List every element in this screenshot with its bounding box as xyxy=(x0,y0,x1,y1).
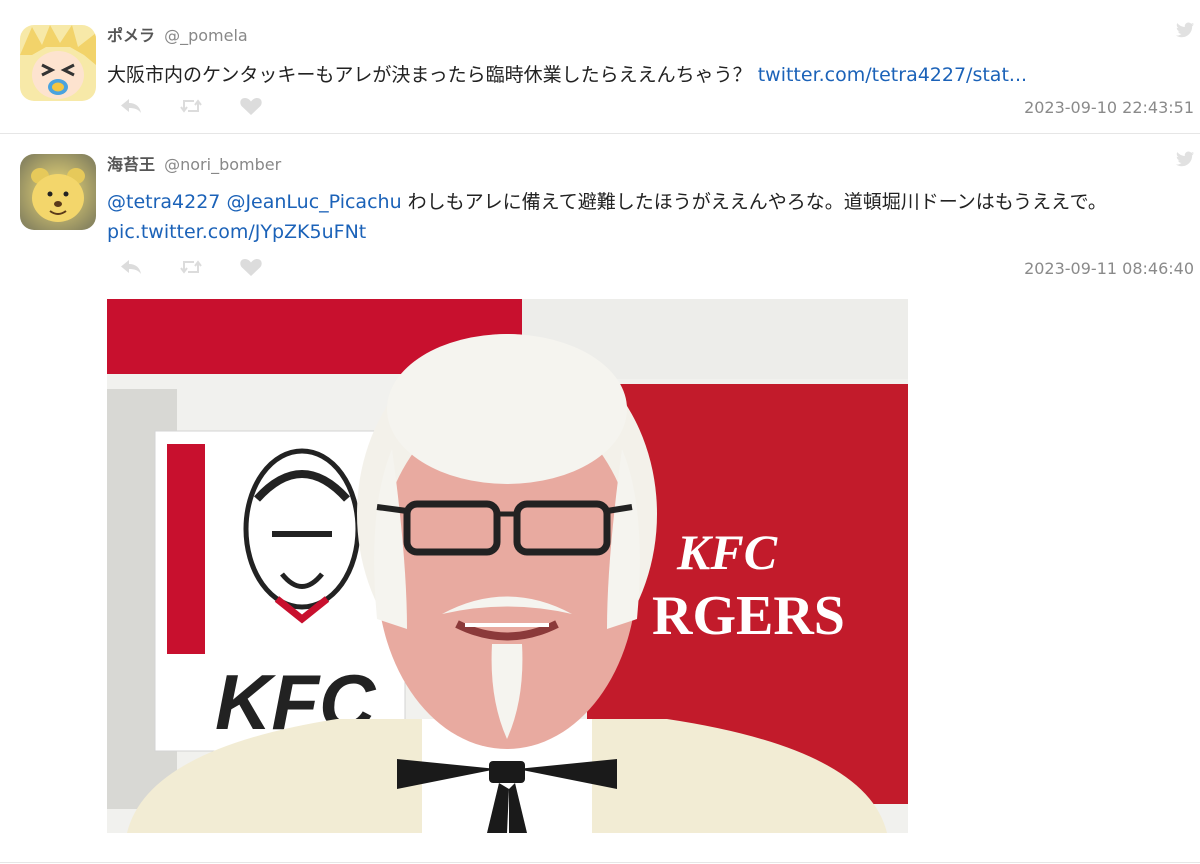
tweet-text: 大阪市内のケンタッキーもアレが決まったら臨時休業したらええんちゃう？ twitt… xyxy=(107,60,1184,90)
tweet-timestamp[interactable]: 2023-09-10 22:43:51 xyxy=(1024,98,1194,117)
tweet-text: @tetra4227 @JeanLuc_Picachu わしもアレに備えて避難し… xyxy=(107,187,1184,247)
display-name[interactable]: ポメラ xyxy=(107,26,155,45)
avatar[interactable] xyxy=(20,154,96,230)
tweet-link[interactable]: twitter.com/tetra4227/stat... xyxy=(758,64,1027,86)
screen-name[interactable]: @nori_bomber xyxy=(164,155,281,174)
tweet-media-image[interactable]: KFC KFC RGERS xyxy=(107,299,908,833)
retweet-icon[interactable] xyxy=(178,257,204,277)
mention-link[interactable]: @JeanLuc_Picachu xyxy=(226,191,401,213)
burgers-wall-text: RGERS xyxy=(652,585,845,647)
reply-icon[interactable] xyxy=(118,96,144,116)
tweet-body: 大阪市内のケンタッキーもアレが決まったら臨時休業したらええんちゃう？ xyxy=(107,64,758,86)
tweet-actions xyxy=(118,96,264,116)
bear-avatar xyxy=(20,154,96,230)
like-heart-icon[interactable] xyxy=(238,257,264,277)
tweet-author: 海苔王 @nori_bomber xyxy=(107,151,281,175)
twitter-bird-icon[interactable] xyxy=(1176,22,1194,38)
twitter-bird-icon[interactable] xyxy=(1176,151,1194,167)
tweet-link[interactable]: pic.twitter.com/JYpZK5uFNt xyxy=(107,221,366,243)
tweet-actions xyxy=(118,257,264,277)
tweet-body: わしもアレに備えて避難したほうがええんやろな。道頓堀川ドーンはもうええで。 xyxy=(401,191,1107,213)
display-name[interactable]: 海苔王 xyxy=(107,155,155,174)
tweet-timestamp[interactable]: 2023-09-11 08:46:40 xyxy=(1024,259,1194,278)
like-heart-icon[interactable] xyxy=(238,96,264,116)
kfc-wall-text: KFC xyxy=(676,524,778,580)
tweet-item: 海苔王 @nori_bomber @tetra4227 @JeanLuc_Pic… xyxy=(0,134,1200,863)
avatar[interactable] xyxy=(20,25,96,101)
mention-link[interactable]: @tetra4227 xyxy=(107,191,220,213)
reply-icon[interactable] xyxy=(118,257,144,277)
screen-name[interactable]: @_pomela xyxy=(164,26,248,45)
tweet-item: ポメラ @_pomela 大阪市内のケンタッキーもアレが決まったら臨時休業したら… xyxy=(0,0,1200,134)
anime-character-avatar xyxy=(20,25,96,101)
retweet-icon[interactable] xyxy=(178,96,204,116)
tweet-author: ポメラ @_pomela xyxy=(107,22,248,46)
